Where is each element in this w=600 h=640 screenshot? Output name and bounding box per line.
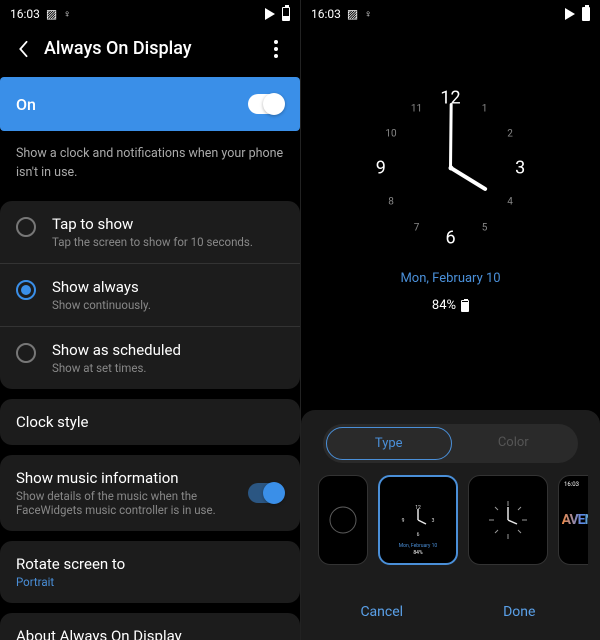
thumb-date: Mon, February 10	[399, 543, 438, 549]
music-info-item[interactable]: Show music information Show details of t…	[0, 455, 300, 531]
music-sub: Show details of the music when the FaceW…	[16, 489, 248, 517]
status-bar: 16:03 ▨ ♀	[301, 0, 600, 28]
clock-1: 1	[482, 103, 488, 114]
clock-4: 4	[507, 197, 513, 208]
music-toggle[interactable]	[248, 483, 284, 503]
cancel-button[interactable]: Cancel	[313, 594, 451, 630]
airplane-icon	[565, 8, 575, 20]
on-label: On	[16, 95, 248, 114]
clock-11: 11	[411, 103, 422, 114]
radio-sub: Show continuously.	[52, 298, 151, 312]
rotate-value: Portrait	[16, 575, 284, 589]
svg-text:6: 6	[417, 532, 420, 538]
back-icon[interactable]	[14, 40, 32, 58]
tab-row: Type Color	[323, 424, 578, 463]
clock-style-screen: 16:03 ▨ ♀ 12 3 6 9 1 2 4 5 7 8 10 11 Mon…	[300, 0, 600, 640]
clock-6: 6	[445, 227, 455, 248]
music-title: Show music information	[16, 469, 248, 487]
tab-type[interactable]: Type	[326, 427, 452, 460]
clock-preview: 12 3 6 9 1 2 4 5 7 8 10 11 Mon, February…	[301, 48, 600, 348]
radio-icon	[16, 343, 36, 363]
thumb-batt: 84%	[413, 550, 422, 556]
airplane-icon	[265, 8, 275, 20]
page-title: Always On Display	[44, 38, 266, 59]
battery-percent: 84%	[432, 298, 456, 313]
clock-2: 2	[507, 129, 513, 140]
about-label: About Always On Display	[16, 627, 284, 640]
radio-show-always[interactable]: Show always Show continuously.	[0, 263, 300, 326]
battery-text: 84%	[432, 298, 469, 313]
clock-center	[448, 166, 453, 171]
style-picker-sheet: Type Color 12 3 6 9 Mon, February 10 84%	[301, 410, 600, 640]
clock-3: 3	[515, 158, 525, 179]
rotate-item[interactable]: Rotate screen to Portrait	[0, 541, 300, 603]
rotate-title: Rotate screen to	[16, 555, 284, 573]
about-item[interactable]: About Always On Display	[0, 613, 300, 640]
battery-icon	[582, 7, 590, 21]
minute-hand	[449, 103, 453, 168]
thumb-prev[interactable]	[318, 475, 368, 565]
clock-7: 7	[414, 222, 420, 233]
analog-clock: 12 3 6 9 1 2 4 5 7 8 10 11	[366, 83, 536, 253]
thumb-time: 16:03	[564, 481, 579, 488]
clock-9: 9	[376, 158, 386, 179]
description-text: Show a clock and notifications when your…	[0, 131, 300, 201]
svg-text:9: 9	[402, 518, 405, 524]
thumb-analog-date[interactable]: 12 3 6 9 Mon, February 10 84%	[378, 475, 458, 565]
battery-icon	[461, 300, 469, 312]
bulb-icon: ♀	[63, 9, 71, 20]
master-toggle[interactable]	[248, 94, 284, 114]
master-toggle-bar[interactable]: On	[0, 77, 300, 131]
style-thumbnails[interactable]: 12 3 6 9 Mon, February 10 84%	[313, 475, 588, 565]
status-time: 16:03	[10, 7, 40, 21]
bulb-icon: ♀	[364, 9, 372, 20]
clock-style-item[interactable]: Clock style	[0, 399, 300, 445]
thumb-analog-ticks[interactable]	[468, 475, 548, 565]
radio-sub: Tap the screen to show for 10 seconds.	[52, 235, 253, 249]
thumb-image-label: AVENGERS	[562, 512, 588, 528]
clock-8: 8	[388, 197, 394, 208]
action-row: Cancel Done	[313, 584, 588, 630]
clock-5: 5	[482, 222, 488, 233]
thumb-custom-image[interactable]: 16:03 ••• AVENGERS	[558, 475, 588, 565]
tab-color[interactable]: Color	[452, 427, 576, 460]
status-time: 16:03	[311, 7, 341, 21]
clock-style-label: Clock style	[16, 413, 284, 431]
radio-title: Show as scheduled	[52, 341, 181, 359]
radio-icon	[16, 280, 36, 300]
radio-title: Tap to show	[52, 215, 253, 233]
radio-sub: Show at set times.	[52, 361, 181, 375]
more-icon[interactable]	[266, 40, 286, 58]
radio-icon	[16, 217, 36, 237]
hour-hand	[449, 166, 487, 191]
clock-10: 10	[385, 129, 396, 140]
radio-tap-to-show[interactable]: Tap to show Tap the screen to show for 1…	[0, 201, 300, 263]
app-header: Always On Display	[0, 28, 300, 77]
radio-as-scheduled[interactable]: Show as scheduled Show at set times.	[0, 326, 300, 389]
battery-icon	[282, 7, 290, 21]
svg-text:3: 3	[432, 518, 435, 524]
image-icon: ▨	[347, 7, 358, 21]
status-bar: 16:03 ▨ ♀	[0, 0, 300, 28]
display-mode-group: Tap to show Tap the screen to show for 1…	[0, 201, 300, 389]
radio-title: Show always	[52, 278, 151, 296]
settings-screen: 16:03 ▨ ♀ Always On Display On Show a cl…	[0, 0, 300, 640]
image-icon: ▨	[46, 7, 57, 21]
done-button[interactable]: Done	[451, 594, 589, 630]
date-text: Mon, February 10	[400, 271, 500, 286]
